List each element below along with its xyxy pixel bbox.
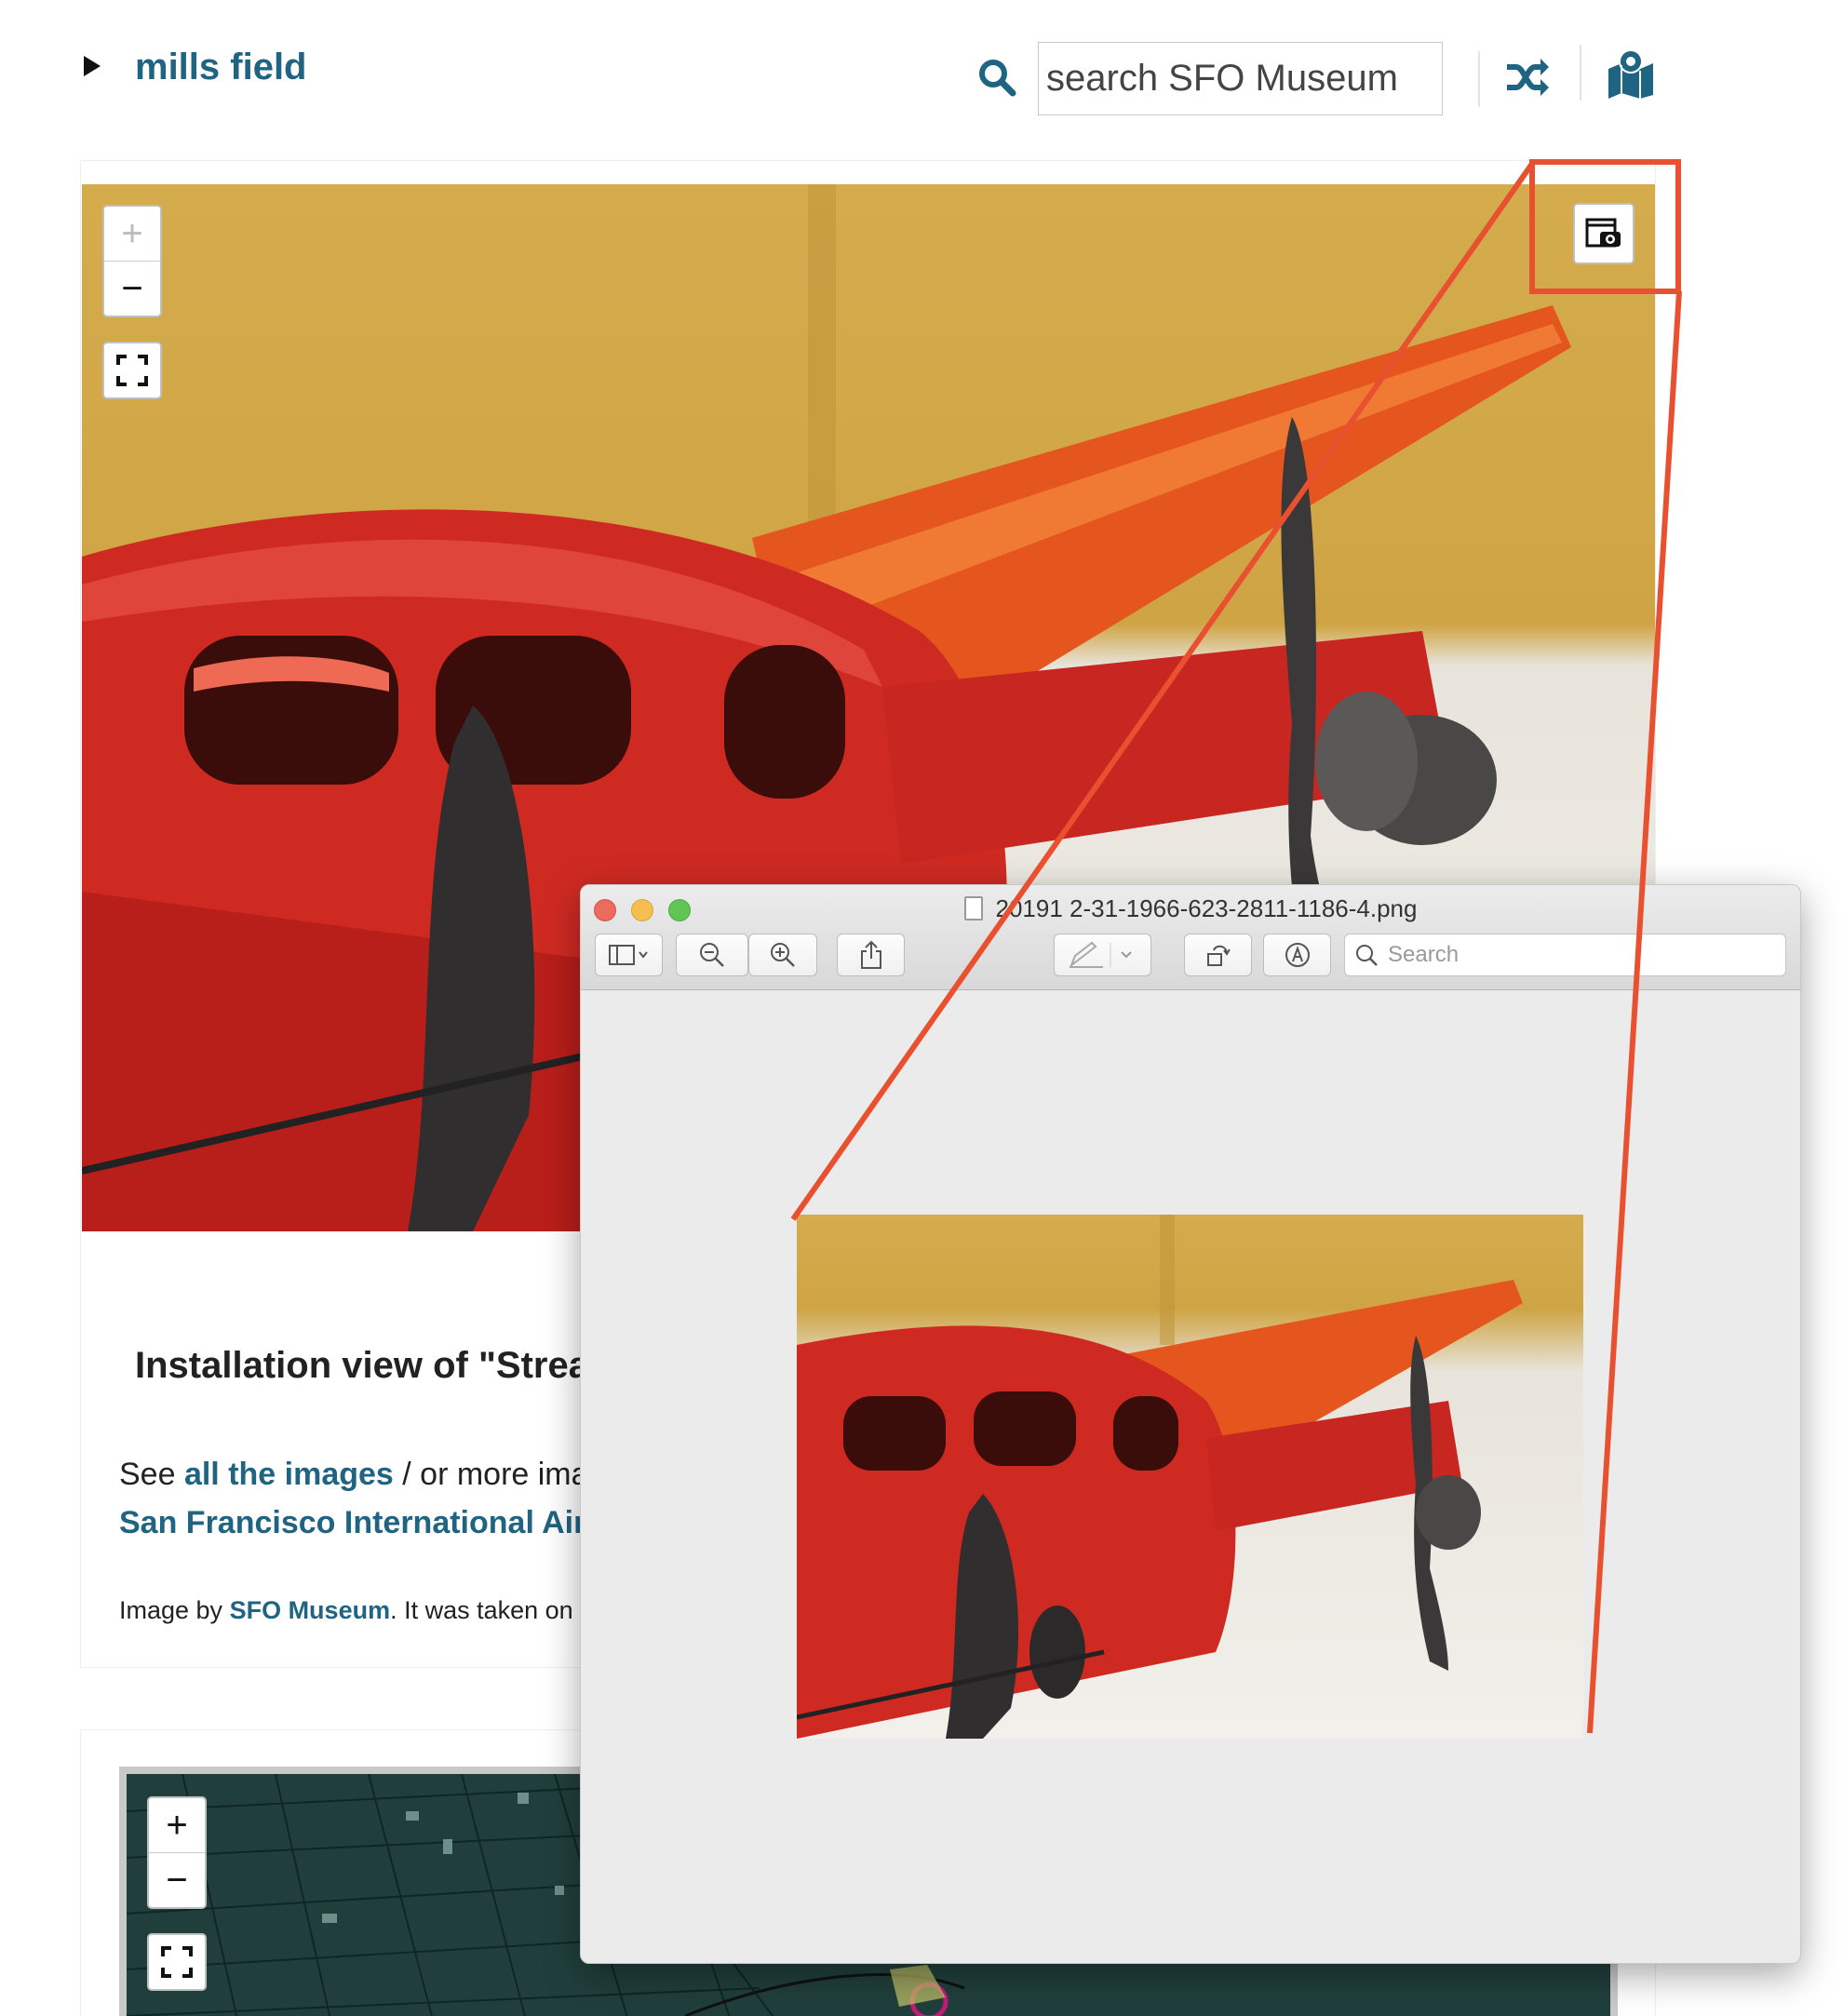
fullscreen-icon xyxy=(161,1946,193,1978)
map-fullscreen-control xyxy=(147,1933,207,1991)
window-title: 20191 2-31-1966-623-2811-1186-4.png xyxy=(581,894,1800,923)
image-fullscreen-control xyxy=(102,342,162,399)
sfo-museum-link[interactable]: SFO Museum xyxy=(230,1596,391,1624)
map-fullscreen-button[interactable] xyxy=(149,1935,205,1989)
zoom-out-tool-button[interactable] xyxy=(676,934,748,976)
all-images-link[interactable]: all the images xyxy=(184,1457,394,1492)
annotate-icon xyxy=(1285,943,1310,967)
search-icon xyxy=(1356,945,1378,966)
share-icon xyxy=(860,940,881,969)
window-filename: 20191 2-31-1966-623-2811-1186-4.png xyxy=(995,894,1418,922)
annotation-highlight-box xyxy=(1529,159,1681,294)
shuffle-icon[interactable] xyxy=(1503,54,1550,101)
see-images-line: See all the images / or more ima xyxy=(119,1457,589,1493)
zoom-in-tool-button[interactable] xyxy=(748,934,817,976)
rotate-button[interactable] xyxy=(1184,934,1252,976)
image-credit: Image by SFO Museum. It was taken on M xyxy=(119,1596,601,1625)
header-divider xyxy=(1580,45,1581,101)
map-zoom-in-button[interactable]: + xyxy=(149,1798,205,1852)
sidebar-icon xyxy=(608,945,648,965)
preview-search-input[interactable] xyxy=(1388,942,1760,968)
preview-search-field[interactable] xyxy=(1344,934,1786,976)
sfo-airport-link[interactable]: San Francisco International Air xyxy=(119,1505,585,1541)
pen-icon xyxy=(1069,941,1132,968)
zoom-out-button[interactable]: − xyxy=(104,262,160,316)
rotate-icon xyxy=(1206,945,1231,966)
map-icon[interactable] xyxy=(1606,48,1656,99)
credit-prefix: Image by xyxy=(119,1596,230,1624)
credit-suffix: . It was taken on xyxy=(390,1596,581,1624)
search-icon[interactable] xyxy=(977,58,1016,97)
search-input[interactable] xyxy=(1038,42,1443,115)
png-document-icon xyxy=(963,896,983,921)
header-divider xyxy=(1478,51,1480,107)
image-caption-title: Installation view of "Strea xyxy=(135,1345,589,1386)
zoom-in-button[interactable]: + xyxy=(104,207,160,261)
preview-window: 20191 2-31-1966-623-2811-1186-4.png xyxy=(580,884,1801,1964)
site-title[interactable]: mills field xyxy=(135,47,307,88)
sidebar-toggle-button[interactable] xyxy=(595,934,663,976)
fullscreen-button[interactable] xyxy=(104,343,160,397)
image-zoom-control: + − xyxy=(102,205,162,317)
markup-toolbar-button[interactable] xyxy=(1263,934,1331,976)
markup-button[interactable] xyxy=(1054,934,1151,976)
fullscreen-icon xyxy=(116,355,148,386)
airplane-toy-thumbnail xyxy=(797,1215,1523,1739)
see-prefix: See xyxy=(119,1457,184,1492)
map-zoom-out-button[interactable]: − xyxy=(149,1853,205,1907)
share-button[interactable] xyxy=(837,934,905,976)
preview-titlebar[interactable]: 20191 2-31-1966-623-2811-1186-4.png xyxy=(581,885,1800,990)
screenshot-preview-image xyxy=(797,1215,1583,1739)
map-zoom-control: + − xyxy=(147,1796,207,1909)
disclosure-triangle-icon[interactable] xyxy=(84,56,101,76)
zoom-out-icon xyxy=(700,943,724,967)
zoom-in-icon xyxy=(771,943,795,967)
see-suffix: / or more ima xyxy=(393,1457,589,1492)
